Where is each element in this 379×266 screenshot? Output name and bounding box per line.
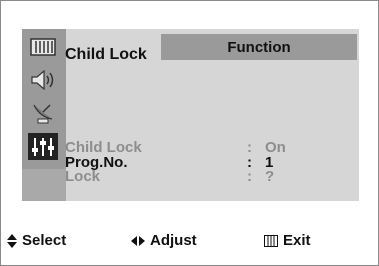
select-hint: Select bbox=[7, 232, 66, 249]
function-sliders-icon bbox=[32, 137, 54, 156]
row-separator: : bbox=[247, 168, 252, 185]
menu-title: Child Lock bbox=[65, 46, 147, 63]
picture-icon bbox=[30, 37, 56, 56]
adjust-hint: Adjust bbox=[131, 232, 197, 249]
speaker-icon bbox=[31, 69, 54, 90]
sidebar-item-sound[interactable] bbox=[28, 66, 58, 93]
row-value: ? bbox=[265, 168, 275, 185]
select-label: Select bbox=[22, 232, 67, 249]
key-guide: Select Adjust Exit bbox=[1, 230, 379, 252]
sidebar-footer bbox=[22, 169, 66, 201]
tab-function: Function bbox=[161, 34, 357, 60]
antenna-icon bbox=[33, 103, 53, 123]
sidebar-item-picture[interactable] bbox=[28, 33, 58, 60]
osd-frame: Function Child Lock Child Lock : On Prog… bbox=[0, 0, 379, 266]
sidebar-item-function[interactable] bbox=[28, 133, 58, 160]
row-label: Lock bbox=[65, 168, 101, 185]
menu-icon bbox=[264, 234, 278, 247]
exit-label: Exit bbox=[283, 232, 311, 249]
sidebar-item-channel[interactable] bbox=[28, 99, 58, 126]
up-down-arrow-icon bbox=[7, 233, 17, 248]
left-right-arrow-icon bbox=[131, 235, 145, 246]
adjust-label: Adjust bbox=[150, 232, 197, 249]
exit-hint: Exit bbox=[264, 232, 311, 249]
sidebar bbox=[22, 29, 66, 201]
